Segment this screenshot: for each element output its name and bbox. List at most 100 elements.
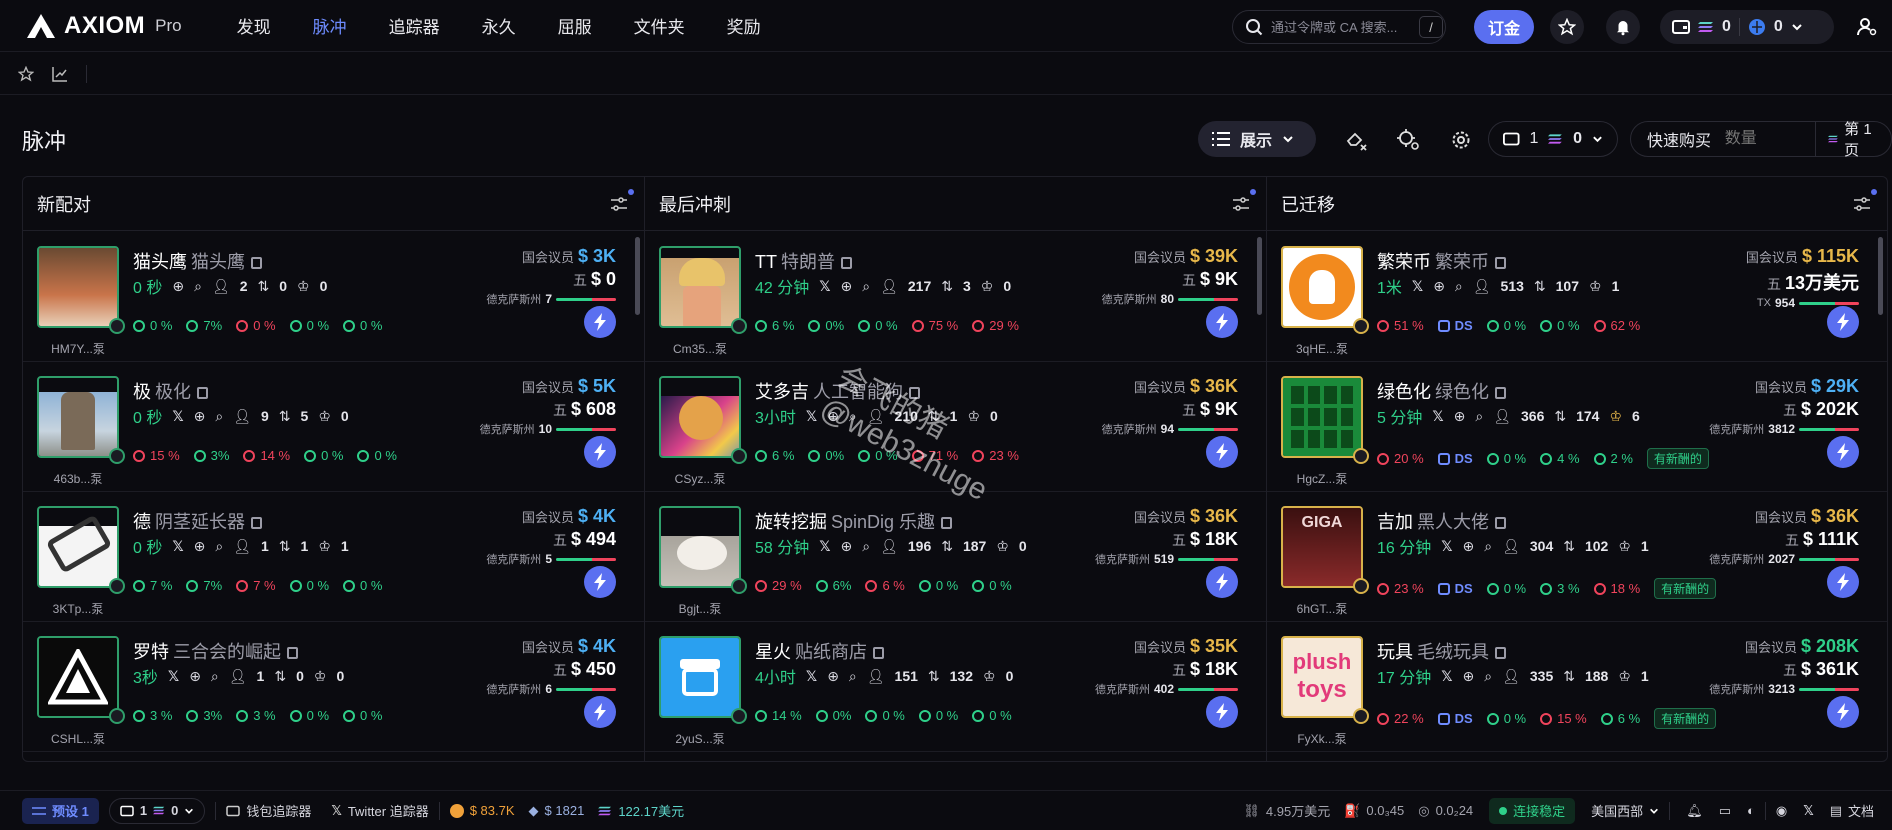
token-address[interactable]: 6hGT...泵	[1267, 600, 1377, 617]
watchlist-button[interactable]	[1550, 10, 1584, 44]
scrollbar-thumb[interactable]	[1878, 237, 1883, 315]
token-address[interactable]: CSHL...泵	[23, 730, 133, 747]
search-icon[interactable]: ⌕	[211, 668, 219, 685]
scrollbar-thumb[interactable]	[1257, 237, 1262, 315]
copy-icon[interactable]	[287, 647, 298, 659]
globe-icon[interactable]: ⊕	[194, 538, 206, 555]
token-address[interactable]: HgcZ...泵	[1267, 470, 1377, 487]
token-thumbnail[interactable]: plush toys	[1281, 636, 1363, 718]
token-thumbnail[interactable]	[659, 246, 741, 328]
scrollbar-thumb[interactable]	[635, 237, 640, 315]
copy-icon[interactable]	[941, 517, 953, 529]
token-address[interactable]: 2yuS...泵	[645, 730, 755, 747]
globe-icon[interactable]: ⊕	[172, 278, 184, 295]
x-logo-icon[interactable]: 𝕏	[168, 668, 179, 685]
token-address[interactable]: Cm35...泵	[645, 340, 755, 357]
copy-icon[interactable]	[1495, 517, 1506, 529]
quick-buy-button[interactable]	[1827, 566, 1859, 598]
filter-settings-button[interactable]	[1396, 127, 1422, 153]
globe-icon[interactable]: ⊕	[841, 278, 853, 295]
copy-icon[interactable]	[841, 257, 852, 269]
notifications-button[interactable]	[1606, 10, 1640, 44]
region-selector[interactable]: 美国西部	[1591, 801, 1659, 820]
nav-discover[interactable]: 发现	[216, 13, 292, 38]
deposit-button[interactable]: 订金	[1474, 10, 1534, 44]
x-logo-icon[interactable]: 𝕏	[806, 668, 817, 685]
copy-icon[interactable]	[197, 387, 208, 399]
quick-buy-button[interactable]	[1827, 696, 1859, 728]
token-card[interactable]: CSyz...泵 艾多吉 人工智能狗 3小时 𝕏 ⊕ ⌕ 👤︎ 210 ⇅ 1 ♔ 0 …	[645, 362, 1266, 492]
token-address[interactable]: Bgjt...泵	[645, 600, 755, 617]
dex-screener-badge[interactable]: DS	[1437, 578, 1473, 599]
copy-icon[interactable]	[251, 257, 262, 269]
quick-buy-amount-input[interactable]	[1724, 130, 1805, 148]
preset-chip[interactable]: 预设 1	[22, 797, 99, 824]
token-address[interactable]: 3KTp...泵	[23, 600, 133, 617]
filter-sliders-icon[interactable]	[610, 195, 628, 213]
quick-buy-button[interactable]	[1206, 566, 1238, 598]
search-icon[interactable]: ⌕	[194, 278, 202, 295]
x-logo-icon[interactable]: 𝕏	[819, 538, 830, 555]
globe-icon[interactable]: ⊕	[189, 668, 201, 685]
token-address[interactable]: HM7Y...泵	[23, 340, 133, 357]
quick-buy-button[interactable]	[1827, 436, 1859, 468]
x-logo-icon[interactable]: 𝕏	[172, 408, 183, 425]
search-icon[interactable]: ⌕	[1455, 278, 1463, 295]
nav-rewards[interactable]: 奖励	[706, 13, 782, 38]
token-thumbnail[interactable]	[37, 376, 119, 458]
x-logo-icon[interactable]: 𝕏	[1441, 538, 1452, 555]
filter-sliders-icon[interactable]	[1232, 195, 1250, 213]
copy-icon[interactable]	[1495, 257, 1506, 269]
settings-button[interactable]	[1448, 127, 1474, 153]
token-card[interactable]: 3qHE...泵 繁荣币 繁荣币 1米 𝕏 ⊕ ⌕ 👤︎ 513 ⇅ 107 ♔ 1 5…	[1267, 232, 1887, 362]
token-address[interactable]: CSyz...泵	[645, 470, 755, 487]
discord-icon[interactable]: ◉	[1776, 803, 1787, 819]
search-icon[interactable]: ⌕	[862, 538, 870, 555]
quick-buy-button[interactable]	[584, 306, 616, 338]
token-card[interactable]: HgcZ...泵 绿色化 绿色化 5 分钟 𝕏 ⊕ ⌕ 👤︎ 366 ⇅ 174 ♔ 6…	[1267, 362, 1887, 492]
globe-icon[interactable]: ⊕	[827, 668, 839, 685]
x-logo-icon[interactable]: 𝕏	[172, 538, 183, 555]
token-thumbnail[interactable]: GIGA	[1281, 506, 1363, 588]
token-address[interactable]: FyXk...泵	[1267, 730, 1377, 747]
x-logo-icon[interactable]: 𝕏	[1803, 803, 1813, 819]
search-box[interactable]: /	[1232, 10, 1446, 44]
nav-pulse[interactable]: 脉冲	[292, 13, 368, 38]
token-thumbnail[interactable]	[659, 506, 741, 588]
search-icon[interactable]: ⌕	[849, 668, 857, 685]
nav-trackers[interactable]: 追踪器	[368, 13, 461, 38]
search-icon[interactable]: ⌕	[215, 408, 223, 425]
search-icon[interactable]: ⌕	[1484, 538, 1492, 555]
token-thumbnail[interactable]	[1281, 376, 1363, 458]
token-card[interactable]: GIGA 6hGT...泵 吉加 黑人大佬 16 分钟 𝕏 ⊕ ⌕ 👤︎ 304 ⇅…	[1267, 492, 1887, 622]
globe-icon[interactable]: ⊕	[1463, 538, 1475, 555]
x-logo-icon[interactable]: 𝕏	[1432, 408, 1443, 425]
token-thumbnail[interactable]	[659, 376, 741, 458]
search-icon[interactable]: ⌕	[849, 408, 857, 425]
token-card[interactable]: 3KTp...泵 德阴茎延长器 0 秒 𝕏 ⊕ ⌕ 👤︎ 1 ⇅ 1 ♔ 1 7 % 7…	[23, 492, 644, 622]
quick-buy-button[interactable]	[1827, 306, 1859, 338]
search-input[interactable]	[1271, 19, 1411, 35]
globe-icon[interactable]: ⊕	[827, 408, 839, 425]
hide-tokens-button[interactable]	[1344, 127, 1370, 153]
search-icon[interactable]: ⌕	[215, 538, 223, 555]
token-card[interactable]: CSHL...泵 罗特 三合会的崛起 3秒 𝕏 ⊕ ⌕ 👤︎ 1 ⇅ 0 ♔ 0 3 %…	[23, 622, 644, 752]
docs-link[interactable]: ▤ 文档	[1830, 801, 1874, 820]
x-logo-icon[interactable]: 𝕏	[1412, 278, 1423, 295]
filter-sliders-icon[interactable]	[1853, 195, 1871, 213]
token-card[interactable]: 2yuS...泵 星火 贴纸商店 4小时 𝕏 ⊕ ⌕ 👤︎ 151 ⇅ 132 ♔ 0 …	[645, 622, 1266, 752]
footer-wallet-pill[interactable]: 1 0	[108, 797, 206, 824]
globe-icon[interactable]: ⊕	[1454, 408, 1466, 425]
token-thumbnail[interactable]	[1281, 246, 1363, 328]
nav-perpetuals[interactable]: 永久	[461, 13, 537, 38]
palette-icon[interactable]: ◐	[1747, 803, 1755, 818]
token-card[interactable]: Cm35...泵 TT 特朗普 42 分钟 𝕏 ⊕ ⌕ 👤︎ 217 ⇅ 3 ♔ 0 6…	[645, 232, 1266, 362]
quick-buy-button[interactable]	[584, 566, 616, 598]
x-logo-icon[interactable]: 𝕏	[819, 278, 830, 295]
dex-screener-badge[interactable]: DS	[1437, 708, 1473, 729]
globe-icon[interactable]: ⊕	[194, 408, 206, 425]
search-icon[interactable]: ⌕	[1475, 408, 1483, 425]
x-logo-icon[interactable]: 𝕏	[1441, 668, 1452, 685]
quick-buy-button[interactable]	[584, 436, 616, 468]
token-card[interactable]: plush toys FyXk...泵 玩具 毛绒玩具 17 分钟 𝕏 ⊕ ⌕ 👤︎…	[1267, 622, 1887, 752]
